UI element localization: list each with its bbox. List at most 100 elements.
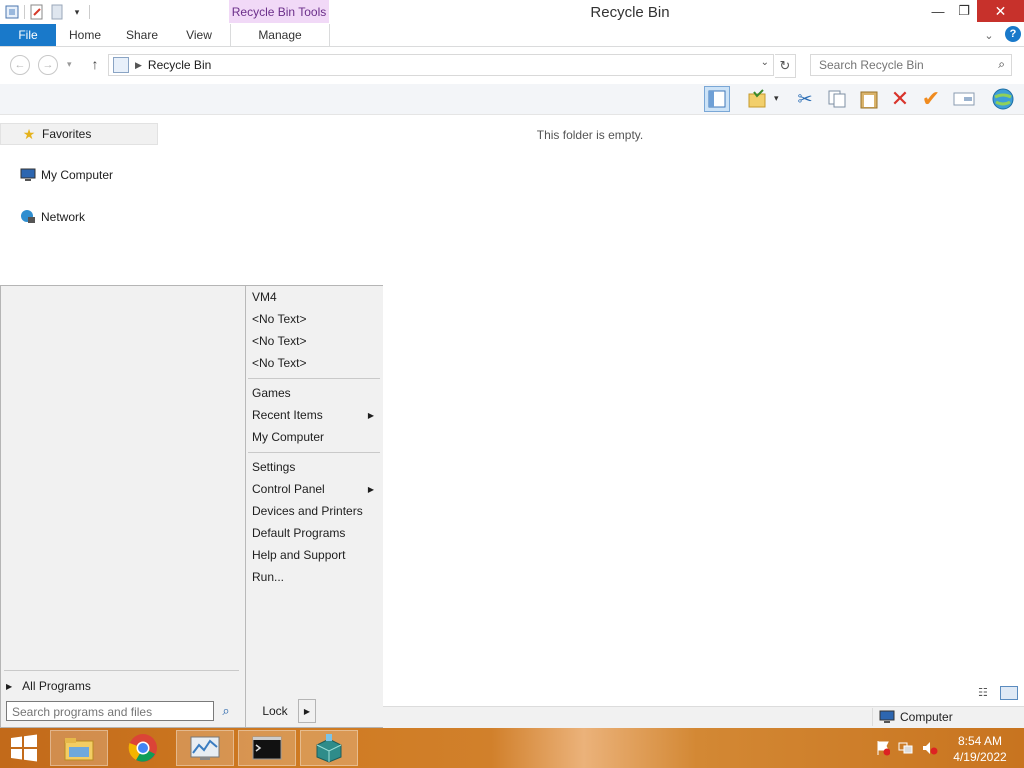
new-folder-icon[interactable] (49, 4, 65, 20)
start-item-label: Recent Items (252, 408, 323, 422)
status-location-label: Computer (900, 710, 953, 724)
nav-item-label: My Computer (41, 168, 114, 182)
start-item-recent-items[interactable]: Recent Items ▶ (252, 405, 380, 425)
computer-icon (879, 710, 895, 723)
clock-date: 4/19/2022 (953, 750, 1007, 764)
empty-folder-message: This folder is empty. (536, 128, 644, 142)
start-item-devices-and-printers[interactable]: Devices and Printers (252, 501, 380, 521)
start-item-label: Help and Support (252, 548, 346, 562)
windows-logo-icon (11, 734, 37, 762)
taskbar-performance-monitor[interactable] (176, 730, 234, 766)
quick-access-toolbar: ▾ (0, 0, 90, 24)
system-clock[interactable]: 8:54 AM 4/19/2022 (942, 733, 1018, 765)
tab-file[interactable]: File (0, 24, 56, 46)
search-icon[interactable]: ⌕ (998, 57, 1005, 72)
search-input[interactable] (811, 55, 991, 75)
nav-item-label: Favorites (42, 127, 92, 141)
recycle-bin-icon (113, 57, 129, 73)
start-item-label: Settings (252, 460, 296, 474)
refresh-button[interactable]: ↻ (775, 54, 796, 78)
folder-options-dropdown-icon[interactable]: ▾ (774, 93, 779, 104)
taskbar-chrome[interactable] (114, 730, 172, 766)
explorer-window-icon[interactable] (4, 4, 20, 20)
start-search-input[interactable] (7, 702, 214, 722)
back-button[interactable]: ← (10, 55, 30, 75)
taskbar-file-explorer[interactable] (50, 730, 108, 766)
start-search-box[interactable] (6, 701, 214, 722)
nav-item-favorites[interactable]: ★ Favorites (0, 123, 158, 145)
tab-share[interactable]: Share (114, 24, 170, 46)
start-item-no-text[interactable]: <No Text> (252, 309, 380, 329)
preview-pane-icon[interactable] (704, 86, 730, 112)
restore-button[interactable]: ❐ (951, 0, 977, 22)
recent-locations-icon[interactable]: ▾ (67, 56, 77, 72)
start-item-label: Games (252, 386, 291, 400)
paste-icon[interactable] (856, 86, 882, 112)
up-arrow-icon[interactable]: ↑ (87, 55, 103, 73)
globe-icon[interactable] (990, 86, 1016, 112)
large-icons-view-icon[interactable] (1000, 686, 1018, 700)
copy-icon[interactable] (824, 86, 850, 112)
start-item-games[interactable]: Games (252, 383, 380, 403)
address-bar[interactable]: ▶ Recycle Bin ⌄ (108, 54, 774, 76)
nav-item-my-computer[interactable]: My Computer (0, 165, 156, 185)
start-item-label: Control Panel (252, 482, 325, 496)
all-programs-button[interactable]: ▶ All Programs (6, 676, 206, 696)
contextual-tab-header: Recycle Bin Tools (229, 0, 329, 23)
forward-button[interactable]: → (38, 55, 58, 75)
start-item-label: Run... (252, 570, 285, 584)
start-item-label: My Computer (252, 430, 325, 444)
rename-icon[interactable] (951, 86, 977, 112)
taskbar-package[interactable] (300, 730, 358, 766)
start-item-settings[interactable]: Settings (252, 457, 380, 477)
start-item-run[interactable]: Run... (252, 567, 380, 587)
start-menu-separator (248, 378, 380, 379)
details-view-icon[interactable]: ☷ (978, 686, 992, 699)
action-center-icon[interactable] (875, 740, 891, 756)
clock-time: 8:54 AM (957, 734, 1003, 748)
check-icon[interactable]: ✔ (918, 86, 944, 112)
start-item-user[interactable]: VM4 (252, 287, 380, 307)
folder-options-icon[interactable] (744, 86, 770, 112)
start-item-help-and-support[interactable]: Help and Support (252, 545, 380, 565)
qat-divider (24, 5, 25, 19)
star-icon: ★ (22, 125, 36, 142)
delete-icon[interactable]: ✕ (887, 86, 913, 112)
start-item-default-programs[interactable]: Default Programs (252, 523, 380, 543)
start-item-control-panel[interactable]: Control Panel ▶ (252, 479, 380, 499)
lock-button[interactable]: Lock (250, 699, 300, 723)
tab-view[interactable]: View (172, 24, 226, 46)
search-icon[interactable]: ⌕ (218, 703, 234, 719)
nav-item-label: Network (41, 210, 86, 224)
tab-manage[interactable]: Manage (230, 24, 330, 46)
start-item-no-text[interactable]: <No Text> (252, 331, 380, 351)
submenu-arrow-icon: ▶ (367, 484, 374, 494)
qat-dropdown-icon[interactable]: ▾ (69, 4, 85, 20)
help-icon[interactable]: ? (1005, 26, 1021, 42)
expand-ribbon-icon[interactable]: ⌄ (982, 27, 996, 43)
breadcrumb-separator-icon[interactable]: ▶ (135, 60, 142, 71)
start-item-my-computer[interactable]: My Computer (252, 427, 380, 447)
expand-arrow-icon: ▶ (6, 681, 13, 691)
nav-item-network[interactable]: Network (0, 207, 156, 227)
taskbar-command-prompt[interactable] (238, 730, 296, 766)
command-prompt-icon (252, 736, 282, 760)
network-status-icon[interactable] (898, 740, 914, 756)
network-icon (20, 209, 36, 225)
tab-home[interactable]: Home (58, 24, 112, 46)
start-item-no-text[interactable]: <No Text> (252, 353, 380, 373)
start-item-label: Default Programs (252, 526, 346, 540)
status-location: Computer (872, 708, 1019, 726)
start-menu-separator (4, 670, 239, 671)
search-box[interactable]: ⌕ (810, 54, 1012, 76)
address-dropdown-icon[interactable]: ⌄ (761, 57, 769, 68)
breadcrumb-recycle-bin[interactable]: Recycle Bin (148, 58, 211, 72)
properties-icon[interactable] (29, 4, 45, 20)
shutdown-options-arrow-icon[interactable]: ▶ (298, 699, 316, 723)
volume-muted-icon[interactable] (922, 740, 938, 756)
cut-icon[interactable]: ✂ (792, 86, 818, 112)
close-button[interactable]: ✕ (977, 0, 1024, 22)
minimize-button[interactable]: — (925, 0, 951, 22)
start-menu-separator (248, 452, 380, 453)
start-button[interactable] (0, 728, 48, 768)
